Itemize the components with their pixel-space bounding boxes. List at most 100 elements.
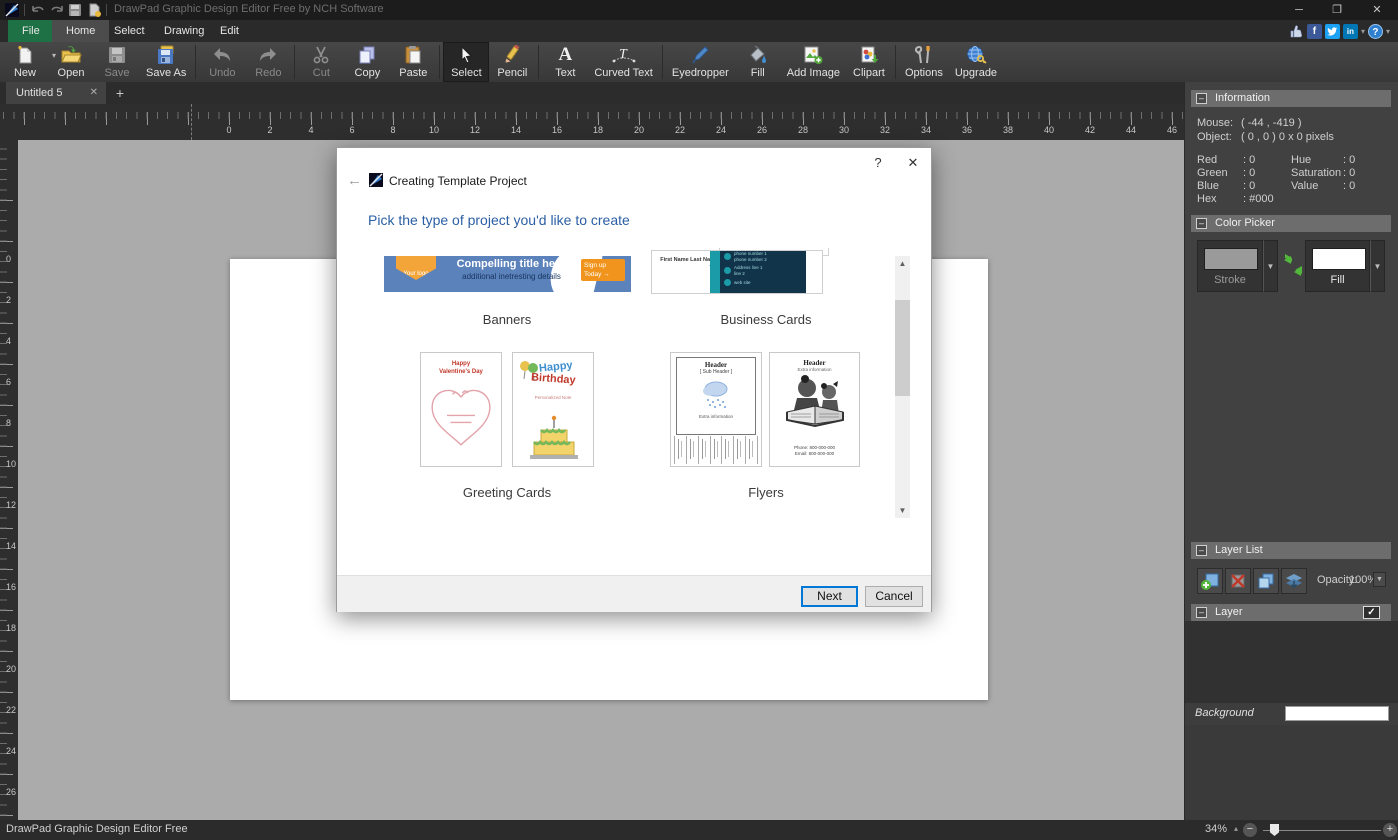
scroll-down-icon[interactable]: ▼ — [895, 503, 910, 518]
save-quick-icon[interactable] — [68, 3, 82, 17]
twitter-icon[interactable] — [1325, 24, 1340, 39]
dialog-help-button[interactable]: ? — [869, 154, 887, 172]
opacity-dropdown-icon[interactable]: ▼ — [1373, 572, 1386, 587]
collapse-icon[interactable]: – — [1196, 218, 1207, 229]
template-thumb-flyer-reading[interactable]: Header Extra information Phone: 800-000-… — [769, 352, 860, 467]
clipart-button[interactable]: Clipart — [846, 42, 892, 82]
merge-layers-button[interactable] — [1281, 568, 1307, 594]
curved-text-button[interactable]: T Curved Text — [588, 42, 659, 82]
collapse-icon[interactable]: – — [1196, 607, 1207, 618]
add-image-icon — [802, 44, 824, 66]
ruler-number: 22 — [675, 125, 685, 135]
layer-list-header[interactable]: – Layer List — [1191, 542, 1391, 559]
cancel-button[interactable]: Cancel — [865, 586, 923, 607]
category-flyers[interactable]: Flyers — [748, 485, 783, 500]
maximize-button[interactable]: ❐ — [1322, 0, 1352, 20]
scrollbar-thumb[interactable] — [895, 300, 910, 396]
text-button[interactable]: A Text — [542, 42, 588, 82]
template-thumb-birthday-card[interactable]: Happy Birthday Personalized Note — [512, 352, 594, 467]
ruler-number: 30 — [839, 125, 849, 135]
stroke-color-button[interactable]: Stroke — [1197, 240, 1263, 292]
new-tab-button[interactable]: + — [112, 85, 128, 101]
ruler-number: 0 — [6, 254, 11, 264]
zoom-slider-handle[interactable] — [1270, 824, 1279, 836]
template-thumb-valentine-card[interactable]: HappyValentine's Day — [420, 352, 502, 467]
undo-quick-icon[interactable] — [31, 3, 45, 17]
menu-bar: File Home Select Drawing Edit f in ▾ ? ▾ — [0, 20, 1398, 42]
status-bar: DrawPad Graphic Design Editor Free 34% ▴… — [0, 820, 1398, 840]
category-banners[interactable]: Banners — [483, 312, 531, 327]
category-business-cards[interactable]: Business Cards — [720, 312, 811, 327]
ruler-number: 6 — [349, 125, 354, 135]
template-thumb-banners[interactable]: Your logo Compelling title here addition… — [384, 256, 631, 295]
category-greeting-cards[interactable]: Greeting Cards — [463, 485, 551, 500]
ruler-number: 8 — [6, 418, 11, 428]
ruler-number: 26 — [757, 125, 767, 135]
pencil-button[interactable]: Pencil — [489, 42, 535, 82]
banner-cta: Sign up Today → — [581, 259, 625, 281]
ruler-number: 28 — [798, 125, 808, 135]
menu-file[interactable]: File — [8, 20, 54, 42]
new-button[interactable]: ▾ New — [2, 42, 48, 82]
fill-button[interactable]: Fill — [735, 42, 781, 82]
banner-art: Your logo Compelling title here addition… — [384, 256, 631, 292]
tear-off-tabs — [674, 436, 758, 464]
creating-template-project-dialog: ? ✕ ← Creating Template Project Pick the… — [336, 147, 932, 612]
template-thumb-flyer-tearoff[interactable]: Header [ Sub Header ] Extra information — [670, 352, 762, 467]
close-button[interactable]: ✕ — [1362, 0, 1392, 20]
divider — [662, 45, 663, 79]
dialog-back-icon[interactable]: ← — [347, 172, 362, 189]
information-header[interactable]: – Information — [1191, 90, 1391, 107]
dialog-scrollbar[interactable]: ▲ ▼ — [895, 256, 910, 518]
layer-visibility-checkbox[interactable]: ✓ — [1363, 606, 1380, 619]
like-icon[interactable] — [1289, 24, 1304, 39]
zoom-dropdown-icon[interactable]: ▴ — [1234, 824, 1238, 833]
add-layer-button[interactable] — [1197, 568, 1223, 594]
ruler-number: 32 — [880, 125, 890, 135]
color-picker-header[interactable]: – Color Picker — [1191, 215, 1391, 232]
upgrade-button[interactable]: Upgrade — [949, 42, 1003, 82]
status-app-name: DrawPad Graphic Design Editor Free — [6, 823, 188, 835]
paste-button[interactable]: Paste — [390, 42, 436, 82]
ruler-number: 16 — [6, 582, 16, 592]
dialog-footer: Next Cancel — [337, 575, 931, 612]
main-toolbar: ▾ New Open Save Save As Undo Redo Cut Co… — [0, 42, 1398, 82]
zoom-in-button[interactable]: + — [1383, 823, 1397, 837]
collapse-icon[interactable]: – — [1196, 93, 1207, 104]
eyedropper-button[interactable]: Eyedropper — [666, 42, 735, 82]
template-thumb-business-cards[interactable]: First Name Last Name Title phone number … — [651, 248, 831, 295]
stroke-dropdown-icon[interactable]: ▼ — [1263, 240, 1278, 292]
next-button[interactable]: Next — [801, 586, 858, 607]
help-icon[interactable]: ? — [1368, 24, 1383, 39]
facebook-icon[interactable]: f — [1307, 24, 1322, 39]
fill-dropdown-icon[interactable]: ▼ — [1370, 240, 1385, 292]
redo-quick-icon[interactable] — [50, 3, 64, 17]
chevron-down-icon[interactable]: ▾ — [1386, 27, 1390, 36]
new-quick-icon[interactable] — [87, 3, 101, 17]
linkedin-icon[interactable]: in — [1343, 24, 1358, 39]
select-button[interactable]: Select — [443, 42, 489, 82]
fill-color-button[interactable]: Fill — [1305, 240, 1370, 292]
layer-content-area[interactable] — [1185, 621, 1398, 703]
zoom-out-button[interactable]: − — [1243, 823, 1257, 837]
zoom-slider-track[interactable] — [1263, 830, 1381, 831]
collapse-icon[interactable]: – — [1196, 545, 1207, 556]
copy-button[interactable]: Copy — [344, 42, 390, 82]
add-image-button[interactable]: Add Image — [781, 42, 846, 82]
dialog-close-icon[interactable]: ✕ — [903, 154, 923, 172]
background-color-swatch[interactable] — [1285, 706, 1389, 721]
open-button[interactable]: Open — [48, 42, 94, 82]
scroll-up-icon[interactable]: ▲ — [895, 256, 910, 271]
swap-colors-icon[interactable] — [1282, 252, 1304, 278]
options-button[interactable]: Options — [899, 42, 949, 82]
duplicate-layer-button[interactable] — [1253, 568, 1279, 594]
layer-header[interactable]: – Layer — [1191, 604, 1391, 621]
tab-untitled-5[interactable]: Untitled 5 ✕ — [6, 82, 106, 104]
zoom-value[interactable]: 34% — [1205, 823, 1227, 835]
menu-edit[interactable]: Edit — [206, 20, 253, 42]
tab-close-icon[interactable]: ✕ — [90, 82, 98, 104]
chevron-down-icon[interactable]: ▾ — [1361, 27, 1365, 36]
delete-layer-button[interactable] — [1225, 568, 1251, 594]
save-as-button[interactable]: Save As — [140, 42, 192, 82]
minimize-button[interactable]: ─ — [1284, 0, 1314, 20]
